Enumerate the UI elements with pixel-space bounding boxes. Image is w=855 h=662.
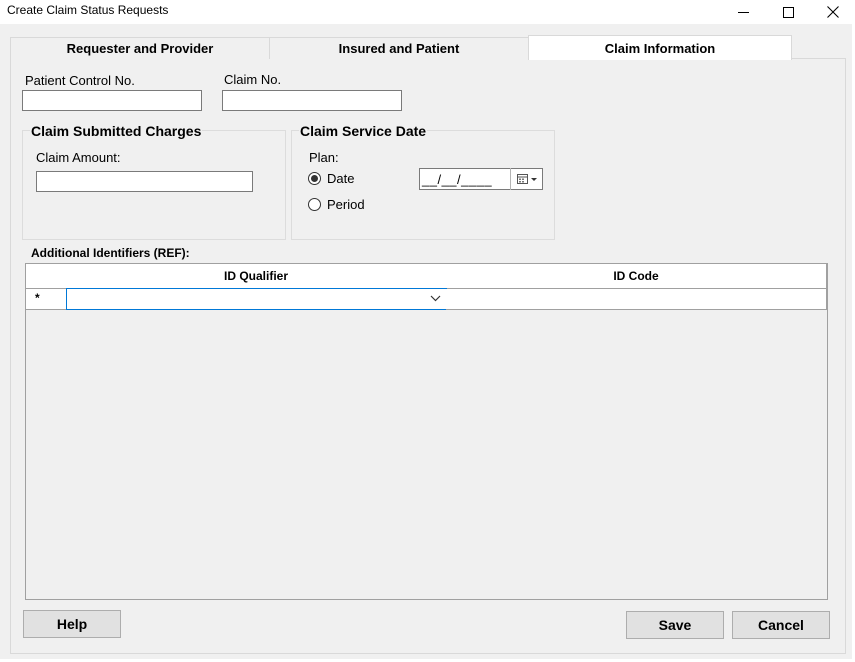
help-button[interactable]: Help <box>23 610 121 638</box>
ref-grid <box>25 263 828 600</box>
claim-no-label: Claim No. <box>224 72 282 87</box>
claim-service-date-title: Claim Service Date <box>299 123 428 139</box>
tab-label: Requester and Provider <box>66 41 214 56</box>
cancel-button[interactable]: Cancel <box>732 611 830 639</box>
ref-label: Additional Identifiers (REF): <box>31 246 190 260</box>
patient-control-input[interactable] <box>22 90 202 111</box>
save-button[interactable]: Save <box>626 611 724 639</box>
claim-amount-label: Claim Amount: <box>36 150 121 165</box>
id-qualifier-dropdown[interactable] <box>66 288 447 310</box>
row-header-new[interactable]: * <box>26 289 67 310</box>
tab-label: Insured and Patient <box>338 41 460 56</box>
help-button-label: Help <box>56 616 88 632</box>
radio-selected-dot <box>311 175 318 182</box>
new-row-marker: * <box>35 291 40 305</box>
radio-date-label[interactable]: Date <box>327 171 354 186</box>
cancel-button-label: Cancel <box>758 617 804 633</box>
row-header-corner <box>26 264 67 289</box>
window-title: Create Claim Status Requests <box>7 3 169 17</box>
maximize-icon[interactable] <box>765 0 811 24</box>
close-icon[interactable] <box>810 0 855 24</box>
minimize-icon[interactable] <box>720 0 766 24</box>
column-header-id-qualifier[interactable]: ID Qualifier <box>66 264 447 289</box>
patient-control-label: Patient Control No. <box>25 73 135 88</box>
id-code-cell[interactable] <box>446 289 827 310</box>
radio-period-label[interactable]: Period <box>327 197 365 212</box>
calendar-icon <box>516 174 537 184</box>
column-header-id-code[interactable]: ID Code <box>446 264 827 289</box>
tab-requester-and-provider[interactable]: Requester and Provider <box>10 37 270 59</box>
claim-submitted-charges-title: Claim Submitted Charges <box>30 123 203 139</box>
save-button-label: Save <box>658 617 692 633</box>
tab-claim-information[interactable]: Claim Information <box>528 35 792 60</box>
plan-label: Plan: <box>309 150 339 165</box>
chevron-down-icon <box>430 295 441 302</box>
claim-amount-input[interactable] <box>36 171 253 192</box>
claim-no-input[interactable] <box>222 90 402 111</box>
calendar-dropdown-icon[interactable] <box>510 168 542 190</box>
title-bar: Create Claim Status Requests <box>0 0 855 24</box>
tab-insured-and-patient[interactable]: Insured and Patient <box>269 37 529 59</box>
tab-label: Claim Information <box>604 40 716 56</box>
column-header-label: ID Qualifier <box>223 269 288 283</box>
radio-date[interactable] <box>308 172 321 185</box>
radio-period[interactable] <box>308 198 321 211</box>
column-header-label: ID Code <box>613 269 659 283</box>
service-date-mask: __/__/____ <box>422 172 493 187</box>
